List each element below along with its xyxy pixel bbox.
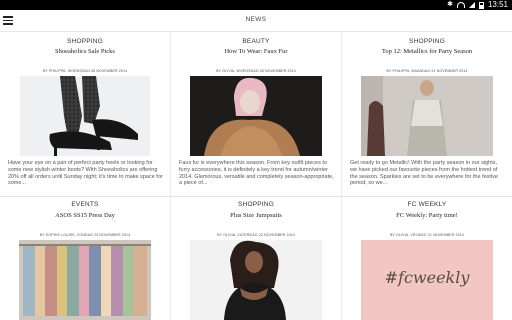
article-category: SHOPPING — [67, 38, 103, 45]
article-image[interactable]: #fcweekly — [361, 240, 493, 320]
battery-icon — [478, 1, 484, 9]
article-title: Top 12: Metallics for Party Season — [381, 48, 473, 55]
article-image[interactable] — [20, 76, 150, 156]
article-byline: BY PHILIPPA, WOENSDAG 26 NOVEMBER 2014 — [42, 69, 128, 73]
article-category: BEAUTY — [242, 38, 270, 45]
article-byline: BY OLIVIA, VRIJDAG 21 NOVEMBER 2014 — [390, 233, 464, 237]
article-image[interactable] — [361, 76, 493, 156]
article-title: How To Wear: Faux Fur — [224, 48, 288, 55]
status-bar: ✱ 13:51 — [0, 0, 512, 10]
metallic-dress-photo — [361, 76, 493, 156]
status-icons: ✱ 13:51 — [447, 0, 508, 10]
signal-icon — [468, 2, 475, 8]
article-title: Plus Size Jumpsuits — [230, 212, 282, 219]
article-excerpt: Have your eye on a pair of perfect party… — [8, 160, 163, 187]
article-card[interactable]: FC WEEKLY FC Weekly: Party time! BY OLIV… — [342, 197, 512, 320]
jumpsuit-photo — [190, 240, 322, 320]
heels-illustration — [49, 76, 138, 156]
article-card[interactable]: SHOPPING Top 12: Metallics for Party Sea… — [342, 33, 512, 196]
article-byline: BY OLIVIA, WOENSDAG 26 NOVEMBER 2014 — [216, 69, 296, 73]
article-category: EVENTS — [71, 201, 99, 208]
article-title: ASOS SS15 Press Day — [55, 212, 115, 219]
bluetooth-icon: ✱ — [447, 1, 453, 8]
article-byline: BY SOPHIE LOUISE, ZONDAG 23 NOVEMBER 201… — [39, 233, 131, 237]
status-clock: 13:51 — [487, 0, 508, 9]
article-card[interactable]: SHOPPING Plus Size Jumpsuits BY OLIVIA, … — [171, 197, 341, 320]
article-excerpt: Faux fur is everywhere this season. From… — [179, 160, 334, 187]
article-excerpt: Get ready to go Metallic! With the party… — [350, 160, 498, 187]
article-image[interactable] — [190, 76, 322, 156]
app-bar: NEWS — [0, 10, 512, 32]
app-title: NEWS — [245, 16, 267, 23]
article-title: Shoeaholics Sale Picks — [55, 48, 115, 55]
article-byline: BY OLIVIA, ZATERDAG 22 NOVEMBER 2014 — [217, 233, 295, 237]
article-category: SHOPPING — [238, 201, 274, 208]
article-card[interactable]: BEAUTY How To Wear: Faux Fur BY OLIVIA, … — [171, 33, 341, 196]
article-byline: BY PHILIPPA, MAANDAG 24 NOVEMBER 2014 — [386, 69, 468, 73]
article-image[interactable] — [190, 240, 322, 320]
article-title: FC Weekly: Party time! — [396, 212, 458, 219]
clothing-rail-photo — [19, 240, 151, 320]
article-category: SHOPPING — [409, 38, 445, 45]
article-image[interactable] — [19, 240, 151, 320]
article-category: FC WEEKLY — [407, 201, 447, 208]
wifi-icon — [456, 2, 465, 8]
faux-fur-photo — [190, 76, 322, 156]
article-card[interactable]: EVENTS ASOS SS15 Press Day BY SOPHIE LOU… — [0, 197, 170, 320]
fcweekly-handwriting: #fcweekly — [384, 268, 470, 287]
article-card[interactable]: SHOPPING Shoeaholics Sale Picks BY PHILI… — [0, 33, 170, 196]
